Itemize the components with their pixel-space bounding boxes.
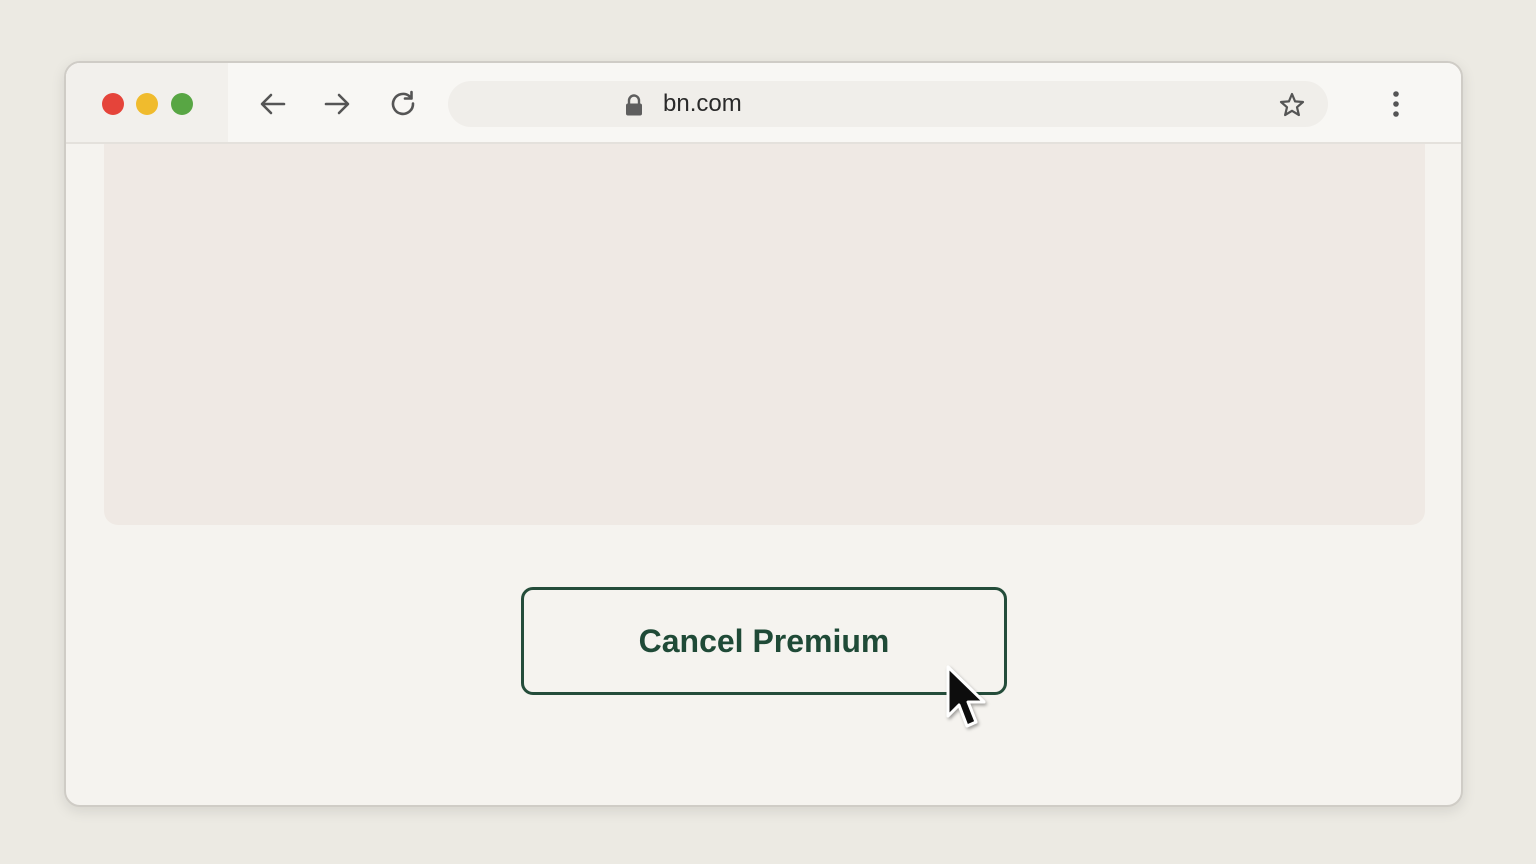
- kebab-menu-icon: [1393, 91, 1399, 117]
- maximize-window-button[interactable]: [171, 93, 193, 115]
- address-bar[interactable]: bn.com: [448, 81, 1328, 127]
- content-placeholder-panel: [104, 144, 1425, 525]
- arrow-right-icon: [324, 93, 350, 115]
- arrow-left-icon: [260, 93, 286, 115]
- arrow-pointer-icon: [946, 665, 986, 728]
- minimize-window-button[interactable]: [136, 93, 158, 115]
- forward-button[interactable]: [318, 85, 356, 123]
- lock-icon: [626, 94, 642, 116]
- url-text: bn.com: [663, 90, 742, 117]
- cancel-premium-button[interactable]: Cancel Premium: [521, 587, 1007, 695]
- browser-menu-button[interactable]: [1382, 85, 1410, 123]
- browser-toolbar: bn.com: [66, 63, 1461, 144]
- browser-window: bn.com Cancel Premium: [64, 61, 1463, 807]
- star-icon[interactable]: [1278, 91, 1306, 119]
- close-window-button[interactable]: [102, 93, 124, 115]
- reload-icon: [391, 90, 415, 116]
- reload-button[interactable]: [384, 85, 422, 123]
- window-controls: [66, 63, 228, 142]
- back-button[interactable]: [254, 85, 292, 123]
